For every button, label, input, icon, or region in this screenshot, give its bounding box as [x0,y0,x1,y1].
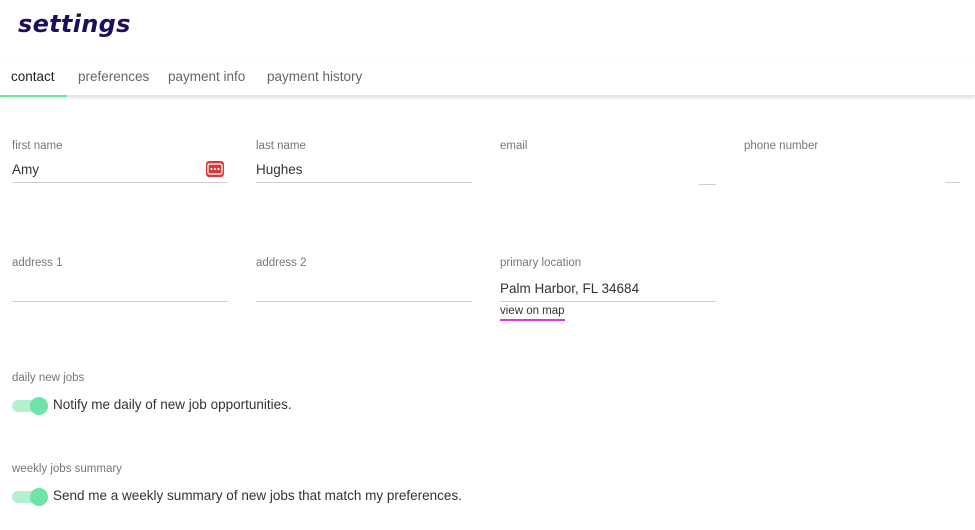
phone-number-input[interactable] [744,160,960,183]
tab-payment-info-label: payment info [168,69,246,84]
active-tab-indicator [0,95,67,97]
daily-new-jobs-toggle[interactable] [12,397,48,415]
tab-contact-label: contact [11,69,55,84]
tab-bar: contact preferences payment info payment… [0,62,975,97]
email-underline [699,184,716,185]
email-label: email [500,140,528,152]
tab-preferences-label: preferences [78,69,150,84]
last-name-input[interactable]: Hughes [256,160,472,183]
primary-location-input[interactable]: Palm Harbor, FL 34684 [500,279,716,302]
page-title: settings [18,10,131,38]
phone-underline [945,182,960,183]
last-name-label: last name [256,140,306,152]
first-name-label: first name [12,140,63,152]
weekly-summary-label: weekly jobs summary [12,463,122,475]
weekly-summary-text: Send me a weekly summary of new jobs tha… [53,488,462,503]
first-name-input[interactable]: Amy [12,160,228,183]
address2-input[interactable] [256,279,472,302]
tab-preferences[interactable]: preferences [78,62,149,96]
address1-label: address 1 [12,257,63,269]
toggle-knob [30,397,48,415]
tab-payment-history-label: payment history [267,69,363,84]
toggle-knob [30,488,48,506]
email-input[interactable] [500,160,716,183]
tab-payment-info[interactable]: payment info [168,62,245,96]
view-on-map-link[interactable]: view on map [500,305,565,321]
tab-payment-history[interactable]: payment history [267,62,362,96]
address1-input[interactable] [12,279,228,302]
address2-label: address 2 [256,257,307,269]
weekly-summary-toggle[interactable] [12,488,48,506]
daily-new-jobs-text: Notify me daily of new job opportunities… [53,397,292,412]
password-dots-icon[interactable] [206,161,224,177]
tab-contact[interactable]: contact [0,62,67,97]
phone-number-label: phone number [744,140,819,152]
primary-location-label: primary location [500,257,582,269]
daily-new-jobs-label: daily new jobs [12,372,85,384]
